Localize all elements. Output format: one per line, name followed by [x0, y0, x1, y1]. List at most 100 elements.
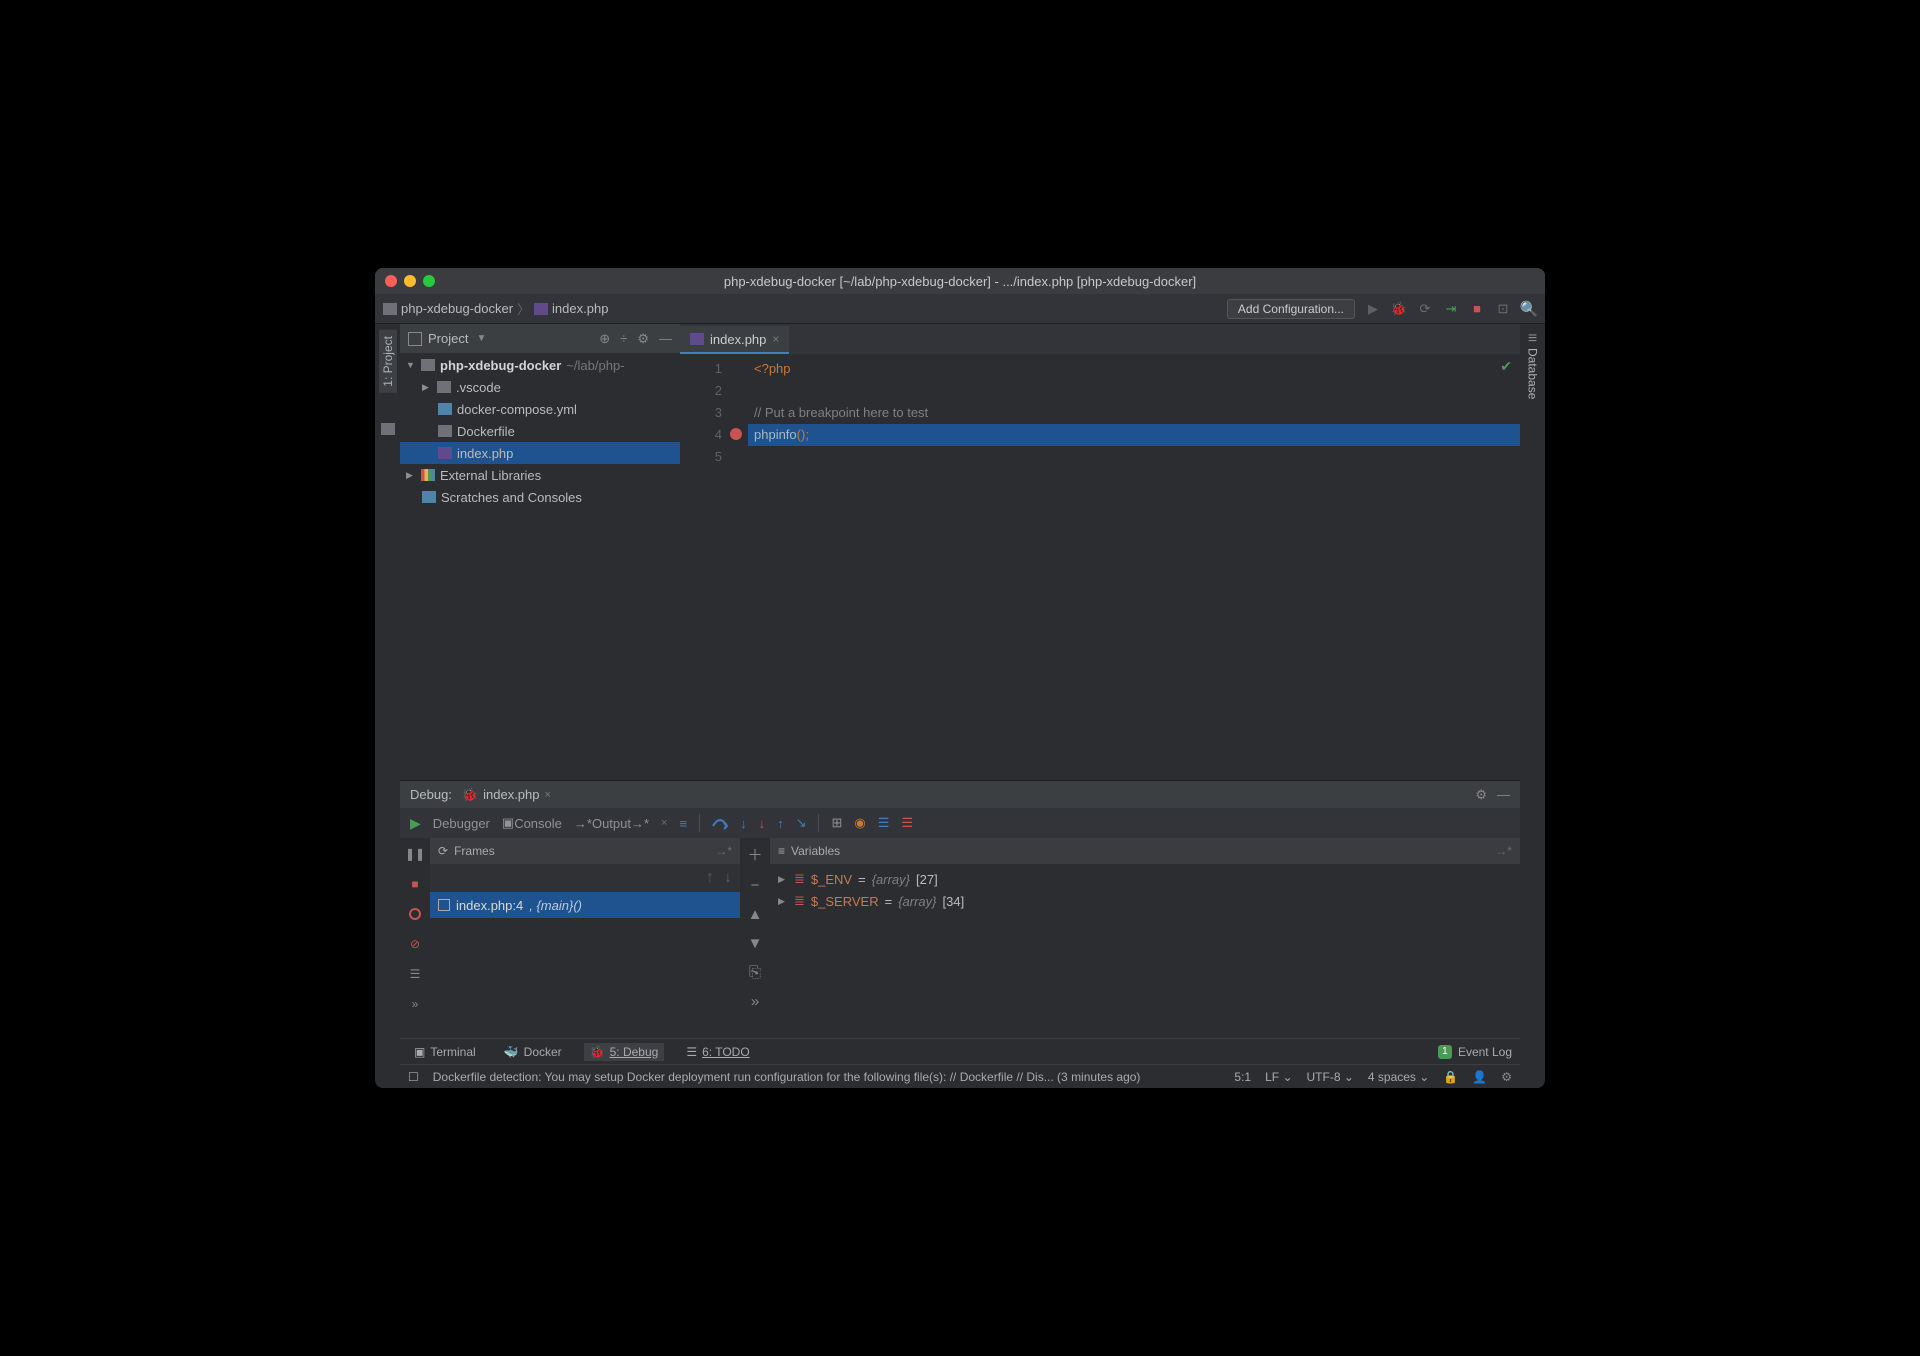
- tree-file-selected[interactable]: index.php: [400, 442, 680, 464]
- breakpoints-icon[interactable]: ☰: [878, 815, 890, 831]
- step-into-icon[interactable]: ↓: [740, 816, 747, 831]
- hide-icon[interactable]: —: [1497, 787, 1510, 803]
- status-message[interactable]: Dockerfile detection: You may setup Dock…: [433, 1070, 1141, 1084]
- terminal-tool-button[interactable]: ▣Terminal: [408, 1043, 482, 1061]
- tree-external[interactable]: ▶ External Libraries: [400, 464, 680, 486]
- stop-button[interactable]: ■: [1469, 301, 1485, 317]
- settings-icon[interactable]: ⚙: [637, 331, 649, 347]
- vars-dropdown-icon[interactable]: →*: [1495, 844, 1512, 858]
- run-to-cursor-icon[interactable]: ↘: [796, 815, 807, 831]
- hide-icon[interactable]: —: [659, 331, 672, 347]
- tree-file[interactable]: Dockerfile: [400, 420, 680, 442]
- database-tool-button[interactable]: Database: [1526, 348, 1540, 399]
- breakpoint-gutter[interactable]: [730, 354, 748, 780]
- remove-watch-icon[interactable]: −: [751, 877, 760, 894]
- mute-breakpoints-icon[interactable]: ☰: [901, 815, 913, 831]
- tree-file[interactable]: docker-compose.yml: [400, 398, 680, 420]
- attach-button[interactable]: ⇥: [1443, 301, 1459, 317]
- tree-scratches[interactable]: Scratches and Consoles: [400, 486, 680, 508]
- add-configuration-button[interactable]: Add Configuration...: [1227, 299, 1355, 319]
- step-over-icon[interactable]: [712, 816, 728, 830]
- line-numbers: 1 2 3 4 5: [680, 354, 730, 780]
- console-tab[interactable]: ▣ Console: [502, 815, 562, 831]
- folder-icon: [437, 381, 451, 393]
- search-icon[interactable]: 🔍: [1521, 301, 1537, 317]
- breadcrumbs: php-xdebug-docker 〉 index.php: [383, 299, 608, 318]
- editor-tab[interactable]: index.php ×: [680, 326, 789, 354]
- frames-nav: ↑ ↓: [430, 864, 740, 892]
- event-count-badge[interactable]: 1: [1438, 1045, 1452, 1059]
- bottom-toolbar: ▣Terminal 🐳Docker 🐞5: Debug ☰6: TODO 1 E…: [400, 1038, 1520, 1064]
- view-breakpoints-button[interactable]: [407, 906, 423, 922]
- debug-session-tab[interactable]: 🐞 index.php ×: [462, 787, 551, 803]
- debug-button[interactable]: 🐞: [1391, 301, 1407, 317]
- todo-tool-button[interactable]: ☰6: TODO: [680, 1043, 755, 1061]
- folder-icon[interactable]: [381, 423, 395, 435]
- line-separator[interactable]: LF ⌄: [1265, 1070, 1292, 1084]
- frame-down-icon[interactable]: ↓: [724, 869, 732, 887]
- mute-button[interactable]: ⊘: [407, 936, 423, 952]
- breadcrumb-file[interactable]: index.php: [552, 301, 608, 316]
- run-button[interactable]: ▶: [1365, 301, 1381, 317]
- evaluate-icon[interactable]: ⊞: [831, 815, 842, 831]
- debugger-tab[interactable]: Debugger: [433, 816, 490, 831]
- database-icon[interactable]: ≡: [1528, 330, 1537, 348]
- array-icon: ≣: [794, 893, 805, 909]
- vars-toggle-icon[interactable]: ≡: [778, 844, 785, 858]
- lock-icon[interactable]: 🔒: [1443, 1070, 1458, 1084]
- collapse-icon[interactable]: ÷: [620, 331, 627, 347]
- chevron-down-icon[interactable]: ▼: [476, 333, 486, 344]
- tool-windows-icon[interactable]: ☐: [408, 1070, 419, 1084]
- layout-button[interactable]: ☰: [407, 966, 423, 982]
- up-icon[interactable]: ▲: [748, 906, 763, 923]
- resume-button[interactable]: ▶: [410, 815, 421, 832]
- code-area[interactable]: 1 2 3 4 5 <?php // Put a breakpoin: [680, 354, 1520, 780]
- down-icon[interactable]: ▼: [748, 935, 763, 952]
- breakpoint-icon[interactable]: [730, 428, 742, 440]
- frame-row[interactable]: index.php:4, {main}(): [430, 892, 740, 918]
- variable-row[interactable]: ▶≣ $_ENV = {array} [27]: [778, 868, 1512, 890]
- settings-icon[interactable]: ⚙: [1475, 787, 1487, 803]
- indent-setting[interactable]: 4 spaces ⌄: [1368, 1070, 1429, 1084]
- show-execution-point-icon[interactable]: ≡: [679, 816, 687, 831]
- inspector-icon[interactable]: 👤: [1472, 1070, 1487, 1084]
- frame-up-icon[interactable]: ↑: [706, 869, 714, 887]
- event-log-button[interactable]: Event Log: [1458, 1045, 1512, 1059]
- locate-icon[interactable]: ⊕: [599, 331, 610, 347]
- more-icon[interactable]: »: [751, 993, 759, 1010]
- force-step-into-icon[interactable]: ↓: [759, 816, 766, 831]
- variables-header: ≡ Variables →*: [770, 838, 1520, 864]
- stop-button[interactable]: ■: [407, 876, 423, 892]
- add-watch-icon[interactable]: ＋: [747, 844, 762, 865]
- variable-row[interactable]: ▶≣ $_SERVER = {array} [34]: [778, 890, 1512, 912]
- docker-tool-button[interactable]: 🐳Docker: [498, 1043, 568, 1061]
- project-pane-label[interactable]: Project: [428, 331, 468, 346]
- settings-icon[interactable]: ⚙: [1501, 1070, 1512, 1084]
- maximize-window-button[interactable]: [423, 275, 435, 287]
- update-button[interactable]: ⊡: [1495, 301, 1511, 317]
- breadcrumb-root[interactable]: php-xdebug-docker: [401, 301, 513, 316]
- minimize-window-button[interactable]: [404, 275, 416, 287]
- tree-folder[interactable]: ▶ .vscode: [400, 376, 680, 398]
- close-window-button[interactable]: [385, 275, 397, 287]
- caret-position[interactable]: 5:1: [1234, 1070, 1251, 1084]
- step-out-icon[interactable]: ↑: [777, 816, 784, 831]
- code-lines[interactable]: <?php // Put a breakpoint here to test p…: [748, 354, 1520, 780]
- more-button[interactable]: »: [407, 996, 423, 1012]
- project-view-icon[interactable]: [408, 332, 422, 346]
- project-tool-button[interactable]: 1: Project: [379, 330, 397, 393]
- watch-icon[interactable]: ◉: [854, 815, 865, 831]
- inspection-ok-icon[interactable]: ✔: [1500, 358, 1512, 375]
- close-icon[interactable]: ×: [661, 817, 667, 829]
- frames-dropdown-icon[interactable]: →*: [715, 844, 732, 858]
- copy-icon[interactable]: ⎘: [749, 964, 761, 981]
- pause-button[interactable]: ❚❚: [407, 846, 423, 862]
- close-icon[interactable]: ×: [545, 789, 551, 801]
- debug-tool-button[interactable]: 🐞5: Debug: [584, 1043, 665, 1061]
- output-tab[interactable]: →* Output →*: [574, 816, 649, 831]
- coverage-button[interactable]: ⟳: [1417, 301, 1433, 317]
- tree-root[interactable]: ▼ php-xdebug-docker ~/lab/php-: [400, 354, 680, 376]
- frames-switch-icon[interactable]: ⟳: [438, 844, 448, 858]
- close-icon[interactable]: ×: [772, 332, 779, 346]
- file-encoding[interactable]: UTF-8 ⌄: [1307, 1070, 1354, 1084]
